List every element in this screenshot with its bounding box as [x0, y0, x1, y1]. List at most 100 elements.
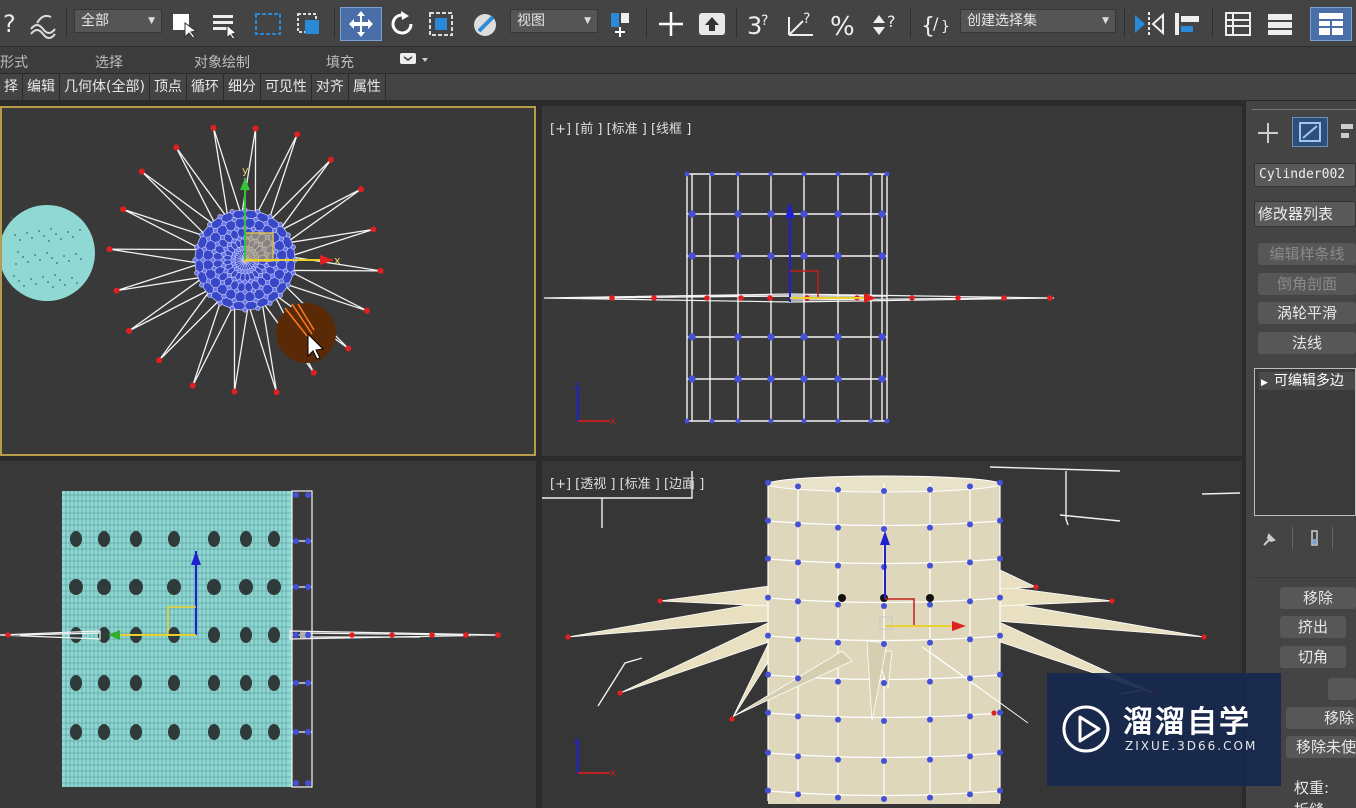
front-spike-vertex[interactable]	[909, 295, 915, 301]
left-spike-vertex[interactable]	[429, 632, 435, 638]
persp-vertex[interactable]	[835, 716, 841, 723]
front-spike-vertex[interactable]	[1001, 295, 1007, 301]
persp-vertex[interactable]	[835, 486, 841, 493]
spike-tip-vertex[interactable]	[120, 206, 127, 213]
bind-spacewarp-icon[interactable]	[26, 7, 62, 41]
spike-tip-vertex[interactable]	[125, 327, 132, 334]
front-vertex[interactable]	[688, 252, 696, 260]
spike-tip-vertex[interactable]	[377, 267, 384, 274]
modify-tab-icon[interactable]	[1292, 117, 1328, 147]
rect-selection-region-icon[interactable]	[250, 7, 286, 41]
front-vertex[interactable]	[767, 333, 775, 341]
left-vertex[interactable]	[305, 492, 311, 498]
front-vertex[interactable]	[800, 252, 808, 260]
persp-vertex[interactable]	[967, 598, 973, 605]
persp-vertex[interactable]	[765, 555, 771, 562]
front-vertex[interactable]	[878, 252, 886, 260]
persp-vertex[interactable]	[967, 675, 973, 682]
persp-spike-vertex[interactable]	[1033, 584, 1039, 590]
persp-vertex[interactable]	[795, 559, 801, 566]
persp-vertex[interactable]	[881, 603, 887, 609]
ribbon-vertex[interactable]: 顶点	[150, 74, 187, 100]
window-crossing-icon[interactable]	[292, 7, 328, 41]
persp-vertex[interactable]	[997, 709, 1003, 716]
persp-vertex[interactable]	[765, 709, 771, 716]
angle-snap-icon[interactable]: ?	[784, 7, 820, 41]
front-vertex[interactable]	[688, 333, 696, 341]
ribbon-options-icon[interactable]	[398, 50, 432, 72]
left-vertex[interactable]	[305, 584, 311, 590]
ribbon-geometry-all[interactable]: 几何体(全部)	[60, 74, 150, 100]
persp-vertex[interactable]	[881, 488, 887, 494]
persp-spike-vertex[interactable]	[1201, 634, 1207, 640]
persp-vertex[interactable]	[835, 562, 841, 569]
hierarchy-tab-icon[interactable]	[1338, 119, 1356, 151]
front-vertex[interactable]	[767, 375, 775, 383]
spike-tip-vertex[interactable]	[363, 307, 370, 314]
front-vertex[interactable]	[800, 375, 808, 383]
viewport-label-perspective[interactable]: [+] [透视 ] [标准 ] [边面 ]	[550, 473, 704, 492]
persp-vertex[interactable]	[765, 479, 771, 486]
persp-vertex[interactable]	[795, 675, 801, 682]
persp-vertex[interactable]	[765, 632, 771, 639]
expand-triangle-icon[interactable]: ▶	[1259, 378, 1274, 388]
persp-vertex[interactable]	[927, 562, 933, 569]
viewport-front[interactable]: z z x [+] [前 ] [标准 ] [线框 ]	[542, 106, 1242, 456]
help-icon[interactable]: ?	[0, 7, 22, 41]
persp-vertex[interactable]	[881, 526, 887, 532]
spike-tip-vertex[interactable]	[370, 226, 377, 233]
left-vertex[interactable]	[293, 492, 299, 498]
pin-stack-icon[interactable]	[1260, 529, 1280, 553]
persp-spike-vertex[interactable]	[991, 710, 997, 716]
persp-vertex[interactable]	[967, 791, 973, 798]
object-name-field[interactable]: Cylinder002	[1254, 163, 1356, 187]
spike-tip-vertex[interactable]	[358, 186, 365, 193]
persp-vertex[interactable]	[927, 524, 933, 531]
persp-vertex[interactable]	[835, 601, 841, 608]
left-vertex[interactable]	[293, 729, 299, 735]
spike-tip-vertex[interactable]	[138, 168, 145, 175]
front-vertex[interactable]	[734, 252, 742, 260]
ribbon-align[interactable]: 对齐	[312, 74, 349, 100]
front-vertex[interactable]	[688, 375, 696, 383]
ribbon-select[interactable]: 择	[0, 74, 23, 100]
front-vertex[interactable]	[734, 210, 742, 218]
left-vertex[interactable]	[293, 680, 299, 686]
bevel-profile-button[interactable]: 倒角剖面	[1258, 273, 1356, 295]
edit-spline-button[interactable]: 编辑样条线	[1258, 243, 1356, 265]
persp-spike-vertex[interactable]	[617, 690, 623, 696]
persp-vertex[interactable]	[795, 636, 801, 643]
spike-tip-vertex[interactable]	[345, 345, 352, 352]
persp-vertex[interactable]	[997, 632, 1003, 639]
persp-vertex[interactable]	[795, 598, 801, 605]
persp-vertex[interactable]	[927, 639, 933, 646]
front-vertex[interactable]	[767, 252, 775, 260]
left-vertex[interactable]	[293, 584, 299, 590]
left-spike-vertex[interactable]	[463, 632, 469, 638]
persp-vertex[interactable]	[927, 794, 933, 801]
front-spike-vertex[interactable]	[767, 295, 773, 301]
settings-button[interactable]	[1328, 678, 1356, 700]
persp-vertex[interactable]	[997, 594, 1003, 601]
ribbon-edit[interactable]: 编辑	[23, 74, 60, 100]
keyboard-shortcut-override-icon[interactable]	[694, 7, 730, 41]
front-vertex[interactable]	[834, 333, 842, 341]
persp-spike-vertex[interactable]	[729, 716, 735, 722]
percent-snap-icon[interactable]: %	[826, 7, 862, 41]
select-and-move-icon[interactable]	[340, 7, 382, 41]
persp-vertex[interactable]	[835, 794, 841, 801]
left-vertex[interactable]	[293, 780, 299, 786]
front-spike-vertex[interactable]	[955, 295, 961, 301]
ribbon-visibility[interactable]: 可见性	[261, 74, 312, 100]
persp-vertex[interactable]	[835, 678, 841, 685]
persp-vertex[interactable]	[927, 716, 933, 723]
ribbon-tab-freeform[interactable]: 形式	[0, 52, 28, 72]
persp-spike-vertex[interactable]	[1109, 598, 1115, 604]
align-icon[interactable]	[1170, 7, 1206, 41]
front-vertex[interactable]	[800, 210, 808, 218]
front-vertex[interactable]	[878, 375, 886, 383]
edit-named-selection-icon[interactable]: {/}	[918, 7, 956, 41]
spike-tip-vertex[interactable]	[156, 357, 163, 364]
persp-vertex[interactable]	[795, 483, 801, 490]
spike-tip-vertex[interactable]	[210, 124, 217, 131]
